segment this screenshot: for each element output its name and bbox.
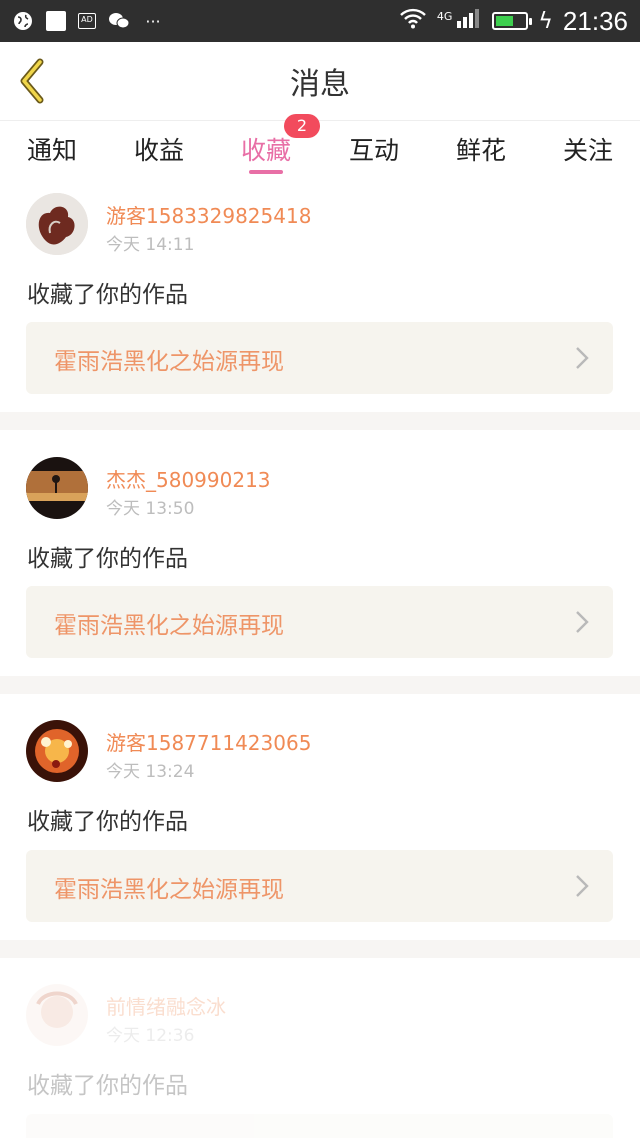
white-square-icon xyxy=(46,11,66,31)
faded-content: 前情绪融念冰 今天 12:36 收藏了你的作品 xyxy=(0,958,640,1138)
wifi-icon xyxy=(399,7,427,35)
clock: 21:36 xyxy=(562,5,628,36)
back-chevron-icon xyxy=(20,58,44,104)
timestamp: 今天 13:50 xyxy=(106,499,195,519)
username[interactable]: 游客1587711423065 xyxy=(106,727,311,756)
action-text: 收藏了你的作品 xyxy=(27,282,188,308)
message-card: 杰杰_580990213 今天 13:50 收藏了你的作品 霍雨浩黑化之始源再现 xyxy=(0,430,640,676)
more-dots-icon: ··· xyxy=(145,11,161,31)
active-tab-indicator xyxy=(249,170,283,174)
username[interactable]: 杰杰_580990213 xyxy=(106,464,271,493)
work-link[interactable]: 霍雨浩黑化之始源再现 xyxy=(26,322,613,394)
action-text: 收藏了你的作品 xyxy=(27,1073,188,1099)
chevron-right-icon xyxy=(576,875,589,897)
tab-flowers[interactable]: 鲜花 xyxy=(456,131,506,167)
globe-icon xyxy=(12,10,34,32)
tab-favorites[interactable]: 收藏 xyxy=(241,131,291,167)
timestamp: 今天 13:24 xyxy=(106,762,195,782)
signal-icon xyxy=(456,7,482,35)
chevron-right-icon xyxy=(576,611,589,633)
avatar[interactable] xyxy=(26,720,88,782)
tab-bar: 通知 收益 收藏 互动 鲜花 关注 xyxy=(0,120,640,176)
tab-earnings[interactable]: 收益 xyxy=(134,131,184,167)
work-title: 霍雨浩黑化之始源再现 xyxy=(54,877,284,903)
work-link[interactable]: 霍雨浩黑化之始源再现 xyxy=(26,850,613,922)
avatar[interactable] xyxy=(26,457,88,519)
work-title: 霍雨浩黑化之始源再现 xyxy=(54,613,284,639)
work-link[interactable] xyxy=(26,1114,613,1138)
battery-icon xyxy=(492,12,533,30)
work-link[interactable]: 霍雨浩黑化之始源再现 xyxy=(26,586,613,658)
action-text: 收藏了你的作品 xyxy=(27,546,188,572)
work-title: 霍雨浩黑化之始源再现 xyxy=(54,349,284,375)
username[interactable]: 前情绪融念冰 xyxy=(106,991,226,1020)
page-title: 消息 xyxy=(290,67,350,102)
network-type: 4G xyxy=(436,9,453,23)
username[interactable]: 游客1583329825418 xyxy=(106,200,311,229)
tab-interactions[interactable]: 互动 xyxy=(349,131,399,167)
message-card: 游客1587711423065 今天 13:24 收藏了你的作品 霍雨浩黑化之始… xyxy=(0,694,640,940)
status-bar: AD ··· 4G ϟ 21:36 xyxy=(0,0,640,42)
charging-icon: ϟ xyxy=(538,8,553,34)
ad-icon: AD xyxy=(78,13,96,29)
avatar[interactable] xyxy=(26,984,88,1046)
message-card: 前情绪融念冰 今天 12:36 收藏了你的作品 xyxy=(0,958,640,1138)
back-button[interactable] xyxy=(14,54,54,108)
timestamp: 今天 12:36 xyxy=(106,1026,195,1046)
action-text: 收藏了你的作品 xyxy=(27,809,188,835)
tab-follows[interactable]: 关注 xyxy=(563,131,613,167)
chevron-right-icon xyxy=(576,347,589,369)
message-card: 游客1583329825418 今天 14:11 收藏了你的作品 霍雨浩黑化之始… xyxy=(0,176,640,412)
wechat-icon xyxy=(108,10,130,32)
tab-notifications[interactable]: 通知 xyxy=(27,131,77,167)
timestamp: 今天 14:11 xyxy=(106,235,195,255)
avatar[interactable] xyxy=(26,193,88,255)
tab-badge: 2 xyxy=(284,114,320,138)
page-header: 消息 xyxy=(0,42,640,120)
